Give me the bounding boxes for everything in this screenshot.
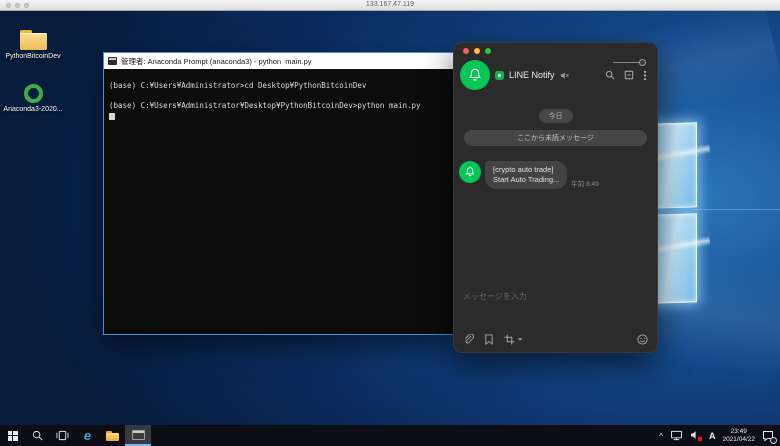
line-minimize-button[interactable] bbox=[474, 48, 480, 54]
message-timestamp: 午前 8:49 bbox=[571, 181, 599, 188]
line-zoom-button[interactable] bbox=[485, 48, 491, 54]
mac-zoom-button[interactable] bbox=[24, 3, 29, 8]
remote-ip-title: 133.167.47.119 bbox=[365, 1, 415, 8]
action-center-button[interactable] bbox=[762, 430, 777, 444]
console-icon bbox=[131, 429, 145, 440]
muted-speaker-icon bbox=[560, 71, 569, 79]
taskbar-clock[interactable]: 23:49 2021/04/22 bbox=[722, 428, 755, 443]
line-chat-window[interactable]: LINE Notify 今日 ここから未読メッセージ [crypto auto … bbox=[453, 42, 658, 353]
composer-placeholder[interactable]: メッセージを入力 bbox=[463, 291, 648, 302]
date-separator: 今日 bbox=[538, 109, 573, 123]
anaconda-icon bbox=[23, 84, 43, 103]
mute-badge bbox=[697, 437, 702, 441]
kebab-menu-icon[interactable] bbox=[643, 70, 647, 81]
contact-avatar[interactable] bbox=[460, 60, 490, 90]
mac-close-button[interactable] bbox=[6, 3, 11, 8]
desktop-icon-pythonbitcoindev[interactable]: PythonBitcoinDev bbox=[4, 30, 62, 60]
remote-desktop-screen: 133.167.47.119 PythonBitcoinDev Anaconda… bbox=[0, 0, 780, 446]
chat-message-area[interactable]: 今日 ここから未読メッセージ [crypto auto trade] Start… bbox=[454, 98, 657, 286]
desktop-icon-label: Anaconda3-2020... bbox=[3, 106, 63, 113]
message-row: [crypto auto trade] Start Auto Trading..… bbox=[459, 161, 651, 189]
tray-overflow-chevron[interactable]: ^ bbox=[659, 432, 663, 441]
task-view-icon bbox=[56, 430, 69, 441]
unread-separator: ここから未読メッセージ bbox=[464, 130, 647, 146]
clock-time: 23:49 bbox=[730, 428, 747, 435]
chevron-down-icon[interactable] bbox=[517, 338, 523, 341]
taskbar-search-button[interactable] bbox=[25, 425, 50, 446]
internet-explorer-icon: e bbox=[83, 428, 92, 443]
terminal-titlebar[interactable]: 管理者: Anaconda Prompt (anaconda3) - pytho… bbox=[104, 53, 453, 69]
line-close-button[interactable] bbox=[463, 48, 469, 54]
line-window-controls[interactable] bbox=[454, 43, 657, 56]
task-view-button[interactable] bbox=[50, 425, 75, 446]
search-icon[interactable] bbox=[605, 70, 615, 80]
anaconda-prompt-window[interactable]: 管理者: Anaconda Prompt (anaconda3) - pytho… bbox=[103, 52, 454, 335]
message-composer[interactable]: メッセージを入力 bbox=[454, 286, 657, 352]
message-text-line2: Start Auto Trading... bbox=[493, 175, 560, 184]
crop-icon[interactable] bbox=[504, 334, 515, 345]
desktop-icon-anaconda[interactable]: Anaconda3-2020... bbox=[3, 82, 63, 113]
notification-badge bbox=[770, 436, 777, 444]
message-avatar[interactable] bbox=[459, 161, 481, 183]
terminal-line: (base) C:¥Users¥Administrator>cd Desktop… bbox=[109, 81, 367, 90]
volume-muted-indicator[interactable] bbox=[690, 430, 702, 441]
console-icon bbox=[108, 57, 117, 65]
bookmark-icon[interactable] bbox=[484, 334, 494, 345]
slider-knob[interactable] bbox=[639, 59, 646, 66]
opacity-slider[interactable] bbox=[613, 59, 646, 66]
terminal-output[interactable]: (base) C:¥Users¥Administrator>cd Desktop… bbox=[104, 69, 453, 334]
contact-name: LINE Notify bbox=[509, 70, 555, 80]
folder-icon bbox=[106, 430, 119, 441]
desktop-icon-label: PythonBitcoinDev bbox=[5, 53, 61, 60]
terminal-title: 管理者: Anaconda Prompt (anaconda3) - pytho… bbox=[121, 56, 312, 66]
windows-taskbar: e ^ A 23:49 2021/04/22 bbox=[0, 425, 780, 446]
taskbar-anaconda-prompt-button[interactable] bbox=[125, 425, 151, 446]
start-button[interactable] bbox=[0, 425, 25, 446]
notes-panel-icon[interactable] bbox=[624, 70, 634, 80]
composer-toolbar bbox=[463, 334, 648, 345]
internet-explorer-button[interactable]: e bbox=[75, 425, 100, 446]
windows-logo-icon bbox=[7, 430, 18, 441]
ime-indicator[interactable]: A bbox=[709, 431, 716, 441]
bell-icon bbox=[469, 68, 481, 81]
file-explorer-button[interactable] bbox=[100, 425, 125, 446]
network-icon[interactable] bbox=[670, 430, 683, 441]
terminal-line: (base) C:¥Users¥Administrator¥Desktop¥Py… bbox=[109, 101, 421, 110]
clock-date: 2021/04/22 bbox=[722, 435, 755, 443]
chat-header-actions bbox=[605, 70, 647, 81]
message-bubble[interactable]: [crypto auto trade] Start Auto Trading..… bbox=[485, 161, 568, 189]
bell-icon bbox=[465, 167, 475, 177]
folder-icon bbox=[19, 30, 47, 50]
terminal-cursor-line bbox=[109, 111, 451, 123]
mac-minimize-button[interactable] bbox=[15, 3, 20, 8]
attachment-icon[interactable] bbox=[463, 334, 474, 345]
screen-capture-control[interactable] bbox=[504, 334, 523, 345]
mac-remote-titlebar: 133.167.47.119 bbox=[0, 0, 780, 11]
mac-window-controls[interactable] bbox=[6, 3, 29, 8]
emoji-icon[interactable] bbox=[637, 334, 648, 345]
system-tray: ^ A 23:49 2021/04/22 bbox=[659, 428, 780, 444]
message-text-line1: [crypto auto trade] bbox=[493, 165, 554, 174]
verified-badge-icon bbox=[495, 70, 504, 80]
wallpaper-horizon-line bbox=[693, 209, 780, 210]
search-icon bbox=[32, 430, 43, 441]
terminal-cursor bbox=[109, 113, 115, 120]
